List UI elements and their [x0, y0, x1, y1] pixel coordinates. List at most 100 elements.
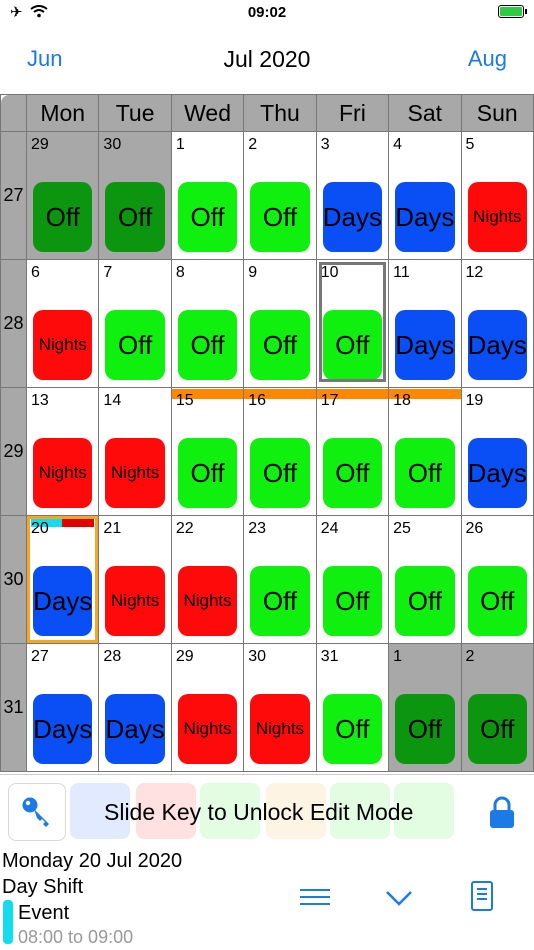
today-outline — [27, 516, 99, 643]
month-navigation: Jun Jul 2020 Aug — [0, 38, 534, 82]
shift-badge-nights: Nights — [105, 438, 165, 508]
day-cell[interactable]: 19 Days — [460, 387, 534, 516]
day-number: 28 — [103, 648, 122, 665]
day-cell[interactable]: 14 Nights — [98, 387, 172, 516]
shift-badge-off: Off — [395, 694, 455, 764]
shift-badge-off: Off — [395, 566, 455, 636]
week-number: 28 — [0, 259, 27, 388]
battery-charging-icon — [498, 5, 527, 18]
day-number: 4 — [393, 136, 403, 153]
day-cell[interactable]: 29 Off — [25, 131, 100, 260]
notes-icon[interactable] — [470, 880, 494, 912]
day-cell[interactable]: 16 Off — [243, 387, 317, 516]
shift-badge-off: Off — [250, 438, 310, 508]
day-number: 21 — [103, 520, 122, 537]
weekday-label: Sat — [388, 94, 462, 132]
day-cell[interactable]: 29 Nights — [170, 643, 245, 772]
day-cell[interactable]: 18 Off — [388, 387, 462, 516]
shift-badge-off: Off — [467, 566, 527, 636]
day-cell[interactable]: 24 Off — [315, 515, 390, 644]
status-bar: ✈ 09:02 — [0, 0, 534, 26]
weekday-label: Fri — [315, 94, 390, 132]
shift-badge-off: Off — [322, 694, 383, 764]
key-icon — [22, 797, 49, 827]
day-cell[interactable]: 4 Days — [388, 131, 462, 260]
day-cell[interactable]: 20 Days — [25, 515, 100, 644]
weekday-label: Sun — [460, 94, 534, 132]
day-cell[interactable]: 2 Off — [243, 131, 317, 260]
shift-badge-days: Days — [105, 694, 165, 764]
day-cell[interactable]: 1 Off — [388, 643, 462, 772]
shift-badge-off: Off — [467, 694, 527, 764]
day-cell[interactable]: 1 Off — [170, 131, 245, 260]
day-number: 2 — [465, 648, 475, 665]
event-color-bar — [3, 900, 13, 944]
day-cell[interactable]: 23 Off — [243, 515, 317, 644]
unlock-key-slider[interactable] — [8, 783, 66, 841]
day-number: 30 — [103, 136, 122, 153]
chevron-down-icon[interactable] — [385, 886, 413, 908]
shift-badge-off: Off — [322, 566, 383, 636]
shift-badge-off: Off — [250, 310, 310, 380]
day-number: 8 — [175, 264, 185, 281]
day-cell[interactable]: 28 Days — [98, 643, 172, 772]
day-number: 5 — [465, 136, 475, 153]
day-number: 25 — [393, 520, 411, 537]
shift-badge-off: Off — [105, 182, 165, 252]
week-row: 31 27 Days 28 Days 29 Nights 30 Nights 31 Off 1 Off 2… — [0, 643, 534, 772]
day-number: 16 — [248, 392, 267, 409]
day-number: 31 — [320, 648, 339, 665]
day-cell[interactable]: 10 Off — [315, 259, 390, 388]
day-number: 19 — [465, 392, 484, 409]
day-cell[interactable]: 31 Off — [315, 643, 390, 772]
weekday-label: Mon — [25, 94, 100, 132]
week-number: 27 — [0, 131, 27, 260]
day-number: 12 — [465, 264, 484, 281]
day-number: 9 — [248, 264, 258, 281]
day-cell[interactable]: 11 Days — [388, 259, 462, 388]
day-cell[interactable]: 30 Off — [98, 131, 172, 260]
shift-badge-off: Off — [177, 310, 238, 380]
weekday-label: Tue — [98, 94, 172, 132]
menu-icon[interactable] — [299, 886, 331, 908]
shift-badge-days: Days — [467, 310, 527, 380]
day-cell[interactable]: 21 Nights — [98, 515, 172, 644]
day-cell[interactable]: 7 Off — [98, 259, 172, 388]
day-cell[interactable]: 12 Days — [460, 259, 534, 388]
shift-badge-off: Off — [177, 182, 238, 252]
edit-lock-bar: Slide Key to Unlock Edit Mode — [0, 774, 534, 847]
day-number: 3 — [320, 136, 330, 153]
day-cell[interactable]: 2 Off — [460, 643, 534, 772]
shift-badge-off: Off — [395, 438, 455, 508]
day-cell[interactable]: 13 Nights — [25, 387, 100, 516]
day-detail-panel: Monday 20 Jul 2020 Day Shift Event 08:00… — [0, 846, 534, 950]
next-month-button[interactable]: Aug — [468, 46, 507, 72]
day-cell[interactable]: 27 Days — [25, 643, 100, 772]
day-cell[interactable]: 6 Nights — [25, 259, 100, 388]
day-cell[interactable]: 8 Off — [170, 259, 245, 388]
day-number: 6 — [31, 264, 40, 281]
shift-badge-nights: Nights — [467, 182, 527, 252]
day-number: 11 — [393, 264, 410, 281]
day-number: 29 — [31, 136, 49, 153]
week-row: 27 29 Off 30 Off 1 Off 2 Off 3 Days 4 Days 5 Nights — [0, 131, 534, 260]
shift-badge-off: Off — [177, 438, 238, 508]
lock-icon[interactable] — [488, 795, 516, 829]
event-title[interactable]: Event — [18, 902, 69, 925]
day-cell[interactable]: 26 Off — [460, 515, 534, 644]
day-cell[interactable]: 3 Days — [315, 131, 390, 260]
day-cell[interactable]: 9 Off — [243, 259, 317, 388]
day-number: 29 — [175, 648, 194, 665]
day-number: 23 — [248, 520, 267, 537]
day-cell[interactable]: 5 Nights — [460, 131, 534, 260]
shift-badge-nights: Nights — [177, 566, 238, 636]
day-cell[interactable]: 25 Off — [388, 515, 462, 644]
day-cell[interactable]: 22 Nights — [170, 515, 245, 644]
day-number: 30 — [248, 648, 267, 665]
week-number-header — [0, 94, 27, 132]
day-cell[interactable]: 17 Off — [315, 387, 390, 516]
day-number: 17 — [320, 392, 339, 409]
day-cell[interactable]: 30 Nights — [243, 643, 317, 772]
week-number: 30 — [0, 515, 27, 644]
day-cell[interactable]: 15 Off — [170, 387, 245, 516]
